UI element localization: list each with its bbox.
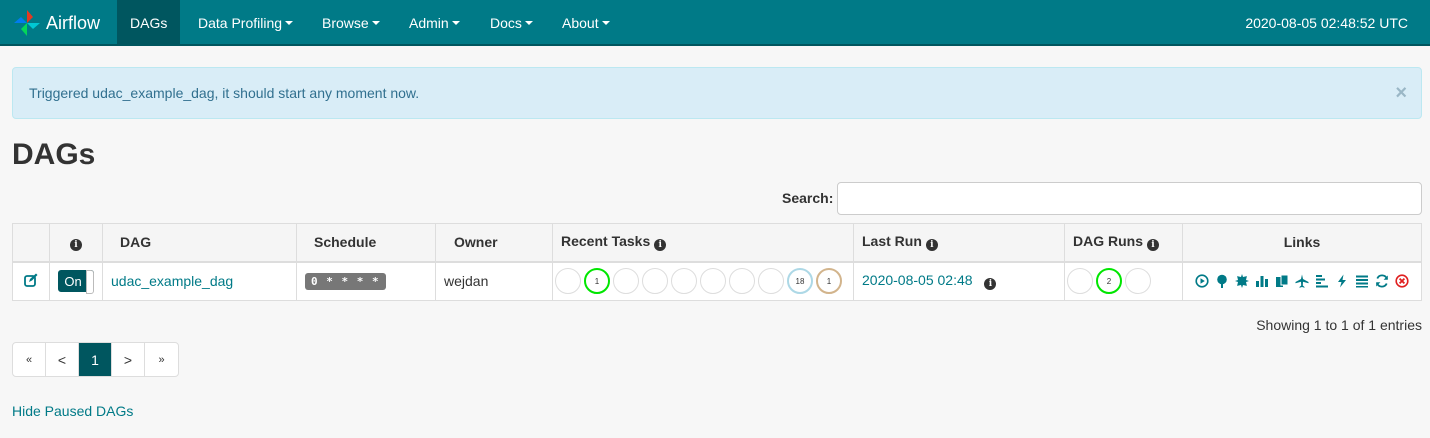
task-success-circle[interactable]: 1 xyxy=(584,268,610,295)
col-info: i xyxy=(49,223,103,263)
nav-admin[interactable]: Admin xyxy=(396,0,473,46)
nav-data-profiling[interactable]: Data Profiling xyxy=(185,0,306,46)
info-icon[interactable]: i xyxy=(984,278,997,291)
table-row: On udac_example_dag 0 * * * * wejdan 1 1… xyxy=(12,261,1422,301)
close-icon[interactable]: × xyxy=(1395,81,1407,105)
last-run-link[interactable]: 2020-08-05 02:48 xyxy=(862,272,973,288)
pause-toggle[interactable]: On xyxy=(58,270,94,295)
toggle-cell: On xyxy=(49,261,103,301)
caret-down-icon xyxy=(451,21,460,25)
col-links: Links xyxy=(1182,223,1422,263)
caret-down-icon xyxy=(524,21,533,25)
col-recent-tasks: Recent Tasks i xyxy=(552,223,854,263)
schedule-cell: 0 * * * * xyxy=(296,261,436,301)
refresh-icon[interactable] xyxy=(1375,274,1389,288)
code-lightning-icon[interactable] xyxy=(1335,274,1349,288)
nav-browse[interactable]: Browse xyxy=(309,0,393,46)
col-last-run: Last Run i xyxy=(853,223,1065,263)
schedule-badge[interactable]: 0 * * * * xyxy=(305,273,386,291)
dag-run-circles: 2 xyxy=(1067,268,1174,295)
dag-runs-cell: 2 xyxy=(1064,261,1183,301)
delete-dag-icon[interactable] xyxy=(1395,274,1409,288)
logs-icon[interactable] xyxy=(1355,274,1369,288)
task-tries-icon[interactable] xyxy=(1275,274,1289,288)
info-icon[interactable]: i xyxy=(70,239,82,252)
task-upstream-failed-circle[interactable]: 1 xyxy=(816,268,842,295)
task-queued-circle[interactable]: 18 xyxy=(787,268,813,295)
gantt-icon[interactable] xyxy=(1315,274,1329,288)
links-toolbar xyxy=(1191,274,1413,289)
run-success-circle[interactable]: 2 xyxy=(1096,268,1122,295)
task-state-circle[interactable] xyxy=(758,268,784,295)
pinwheel-icon xyxy=(14,10,40,36)
task-state-circle[interactable] xyxy=(555,268,581,295)
page-title: DAGs xyxy=(12,138,96,171)
caret-down-icon xyxy=(371,21,380,25)
caret-down-icon xyxy=(601,21,610,25)
col-dag[interactable]: DAG xyxy=(102,223,297,263)
dag-cell: udac_example_dag xyxy=(102,261,297,301)
owner-label: wejdan xyxy=(444,273,489,290)
entries-info: Showing 1 to 1 of 1 entries xyxy=(1256,317,1422,333)
task-state-circle[interactable] xyxy=(613,268,639,295)
links-cell xyxy=(1182,261,1422,301)
top-navbar: Airflow DAGs Data Profiling Browse Admin… xyxy=(0,0,1430,46)
search-label: Search: xyxy=(782,190,834,206)
caret-down-icon xyxy=(285,21,294,25)
task-state-circle[interactable] xyxy=(729,268,755,295)
nav-about[interactable]: About xyxy=(549,0,623,46)
tree-view-icon[interactable] xyxy=(1215,274,1229,289)
dags-table: i DAG Schedule Owner Recent Tasks i Last … xyxy=(12,223,1422,301)
last-run-cell: 2020-08-05 02:48 i xyxy=(853,261,1065,301)
task-state-circle[interactable] xyxy=(642,268,668,295)
task-duration-icon[interactable] xyxy=(1255,274,1269,288)
owner-cell: wejdan xyxy=(435,261,553,301)
last-page-button[interactable]: » xyxy=(145,343,178,376)
col-schedule[interactable]: Schedule xyxy=(296,223,436,263)
nav-docs[interactable]: Docs xyxy=(477,0,546,46)
col-dag-runs: DAG Runs i xyxy=(1064,223,1183,263)
hide-paused-link[interactable]: Hide Paused DAGs xyxy=(12,403,133,419)
info-icon[interactable]: i xyxy=(654,239,667,252)
edit-icon[interactable] xyxy=(24,273,38,287)
col-edit xyxy=(12,223,50,263)
graph-view-icon[interactable] xyxy=(1235,274,1249,289)
info-alert: Triggered udac_example_dag, it should st… xyxy=(12,67,1422,119)
airflow-logo[interactable]: Airflow xyxy=(12,6,100,40)
brand-label: Airflow xyxy=(46,12,101,33)
utc-clock[interactable]: 2020-08-05 02:48:52 UTC xyxy=(1245,0,1408,46)
recent-task-circles: 1 18 1 xyxy=(555,268,845,295)
task-state-circle[interactable] xyxy=(700,268,726,295)
nav-dags[interactable]: DAGs xyxy=(117,0,181,46)
first-page-button[interactable]: « xyxy=(13,343,46,376)
pagination: « < 1 > » xyxy=(12,342,179,377)
prev-page-button[interactable]: < xyxy=(46,343,79,376)
task-state-circle[interactable] xyxy=(671,268,697,295)
next-page-button[interactable]: > xyxy=(112,343,145,376)
recent-tasks-cell: 1 18 1 xyxy=(552,261,854,301)
run-state-circle[interactable] xyxy=(1125,268,1151,295)
trigger-dag-icon[interactable] xyxy=(1195,274,1209,288)
search-input[interactable] xyxy=(837,182,1422,215)
col-owner[interactable]: Owner xyxy=(435,223,553,263)
page-1-button[interactable]: 1 xyxy=(79,343,112,376)
info-icon[interactable]: i xyxy=(925,239,938,252)
landing-times-icon[interactable] xyxy=(1295,274,1309,289)
dag-link[interactable]: udac_example_dag xyxy=(111,273,233,289)
info-icon[interactable]: i xyxy=(1147,239,1159,252)
edit-cell xyxy=(12,261,50,301)
run-state-circle[interactable] xyxy=(1067,268,1093,295)
alert-message: Triggered udac_example_dag, it should st… xyxy=(29,85,420,101)
